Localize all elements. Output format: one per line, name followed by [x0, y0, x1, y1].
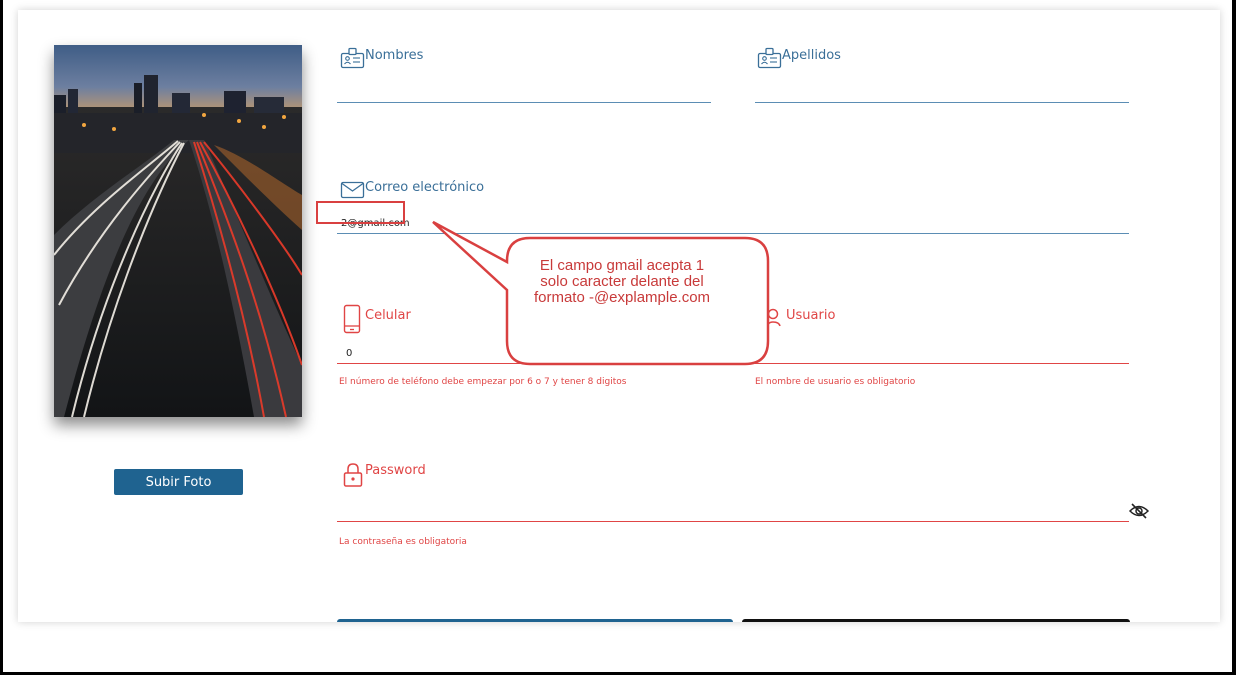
annotation-text: El campo gmail acepta 1 solo caracter de… — [533, 257, 711, 306]
annotation-callout — [432, 220, 770, 366]
